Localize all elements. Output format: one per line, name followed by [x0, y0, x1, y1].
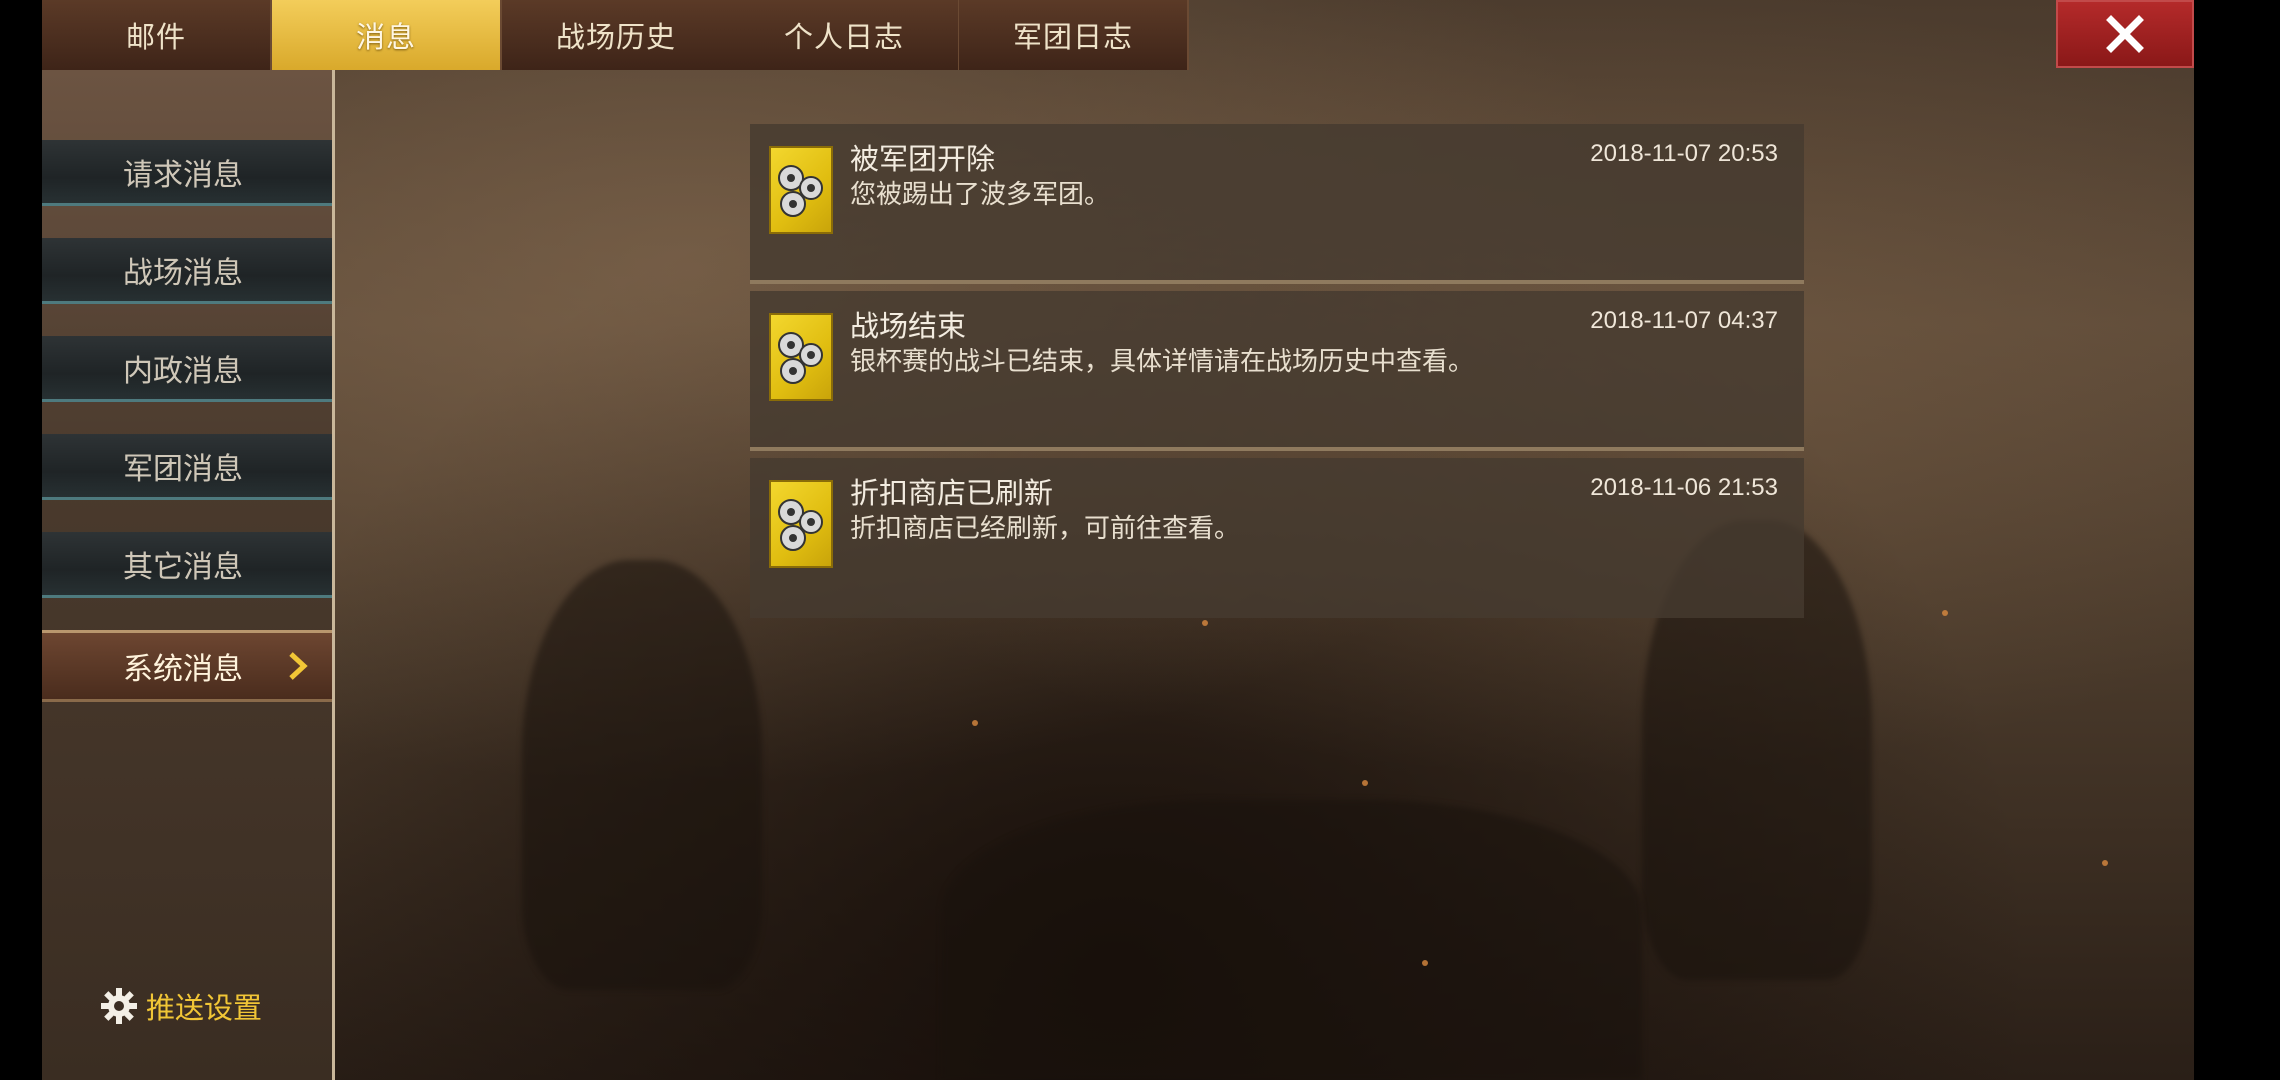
sidebar-item-battle-messages[interactable]: 战场消息 — [42, 238, 332, 304]
message-timestamp: 2018-11-06 21:53 — [1590, 474, 1778, 501]
sidebar-item-label: 其它消息 — [123, 549, 243, 585]
sidebar-item-legion-messages[interactable]: 军团消息 — [42, 434, 332, 500]
close-icon — [2106, 15, 2144, 53]
sidebar-item-other-messages[interactable]: 其它消息 — [42, 532, 332, 598]
ember — [1362, 780, 1368, 786]
tab-mail[interactable]: 邮件 — [42, 0, 272, 70]
tab-personal-log[interactable]: 个人日志 — [730, 0, 960, 70]
message-body: 您被踢出了波多军团。 — [850, 180, 1111, 210]
tab-messages[interactable]: 消息 — [272, 0, 502, 70]
sidebar-item-label: 战场消息 — [123, 255, 243, 291]
sidebar-item-domestic-messages[interactable]: 内政消息 — [42, 336, 332, 402]
background-soldier-left — [522, 560, 762, 990]
message-item[interactable]: 折扣商店已刷新 折扣商店已经刷新，可前往查看。 2018-11-06 21:53 — [750, 458, 1804, 618]
gears-icon — [769, 480, 833, 568]
ember — [1422, 960, 1428, 966]
message-item[interactable]: 被军团开除 您被踢出了波多军团。 2018-11-07 20:53 — [750, 124, 1804, 284]
chevron-right-icon — [289, 652, 308, 680]
sidebar-item-request-messages[interactable]: 请求消息 — [42, 140, 332, 206]
message-title: 折扣商店已刷新 — [850, 476, 1054, 510]
gears-icon — [769, 146, 833, 234]
tab-bar: 邮件 消息 战场历史 个人日志 军团日志 — [42, 0, 2194, 70]
push-settings-button[interactable]: 推送设置 — [100, 985, 262, 1027]
ember — [2102, 860, 2108, 866]
tab-battle-history[interactable]: 战场历史 — [502, 0, 732, 70]
sidebar-item-label: 系统消息 — [123, 652, 243, 687]
background-rubble — [942, 800, 1642, 1080]
gear-icon — [101, 988, 137, 1024]
sidebar-item-label: 请求消息 — [123, 157, 243, 193]
sidebar-item-system-messages[interactable]: 系统消息 — [42, 630, 332, 702]
message-title: 被军团开除 — [850, 142, 996, 176]
push-settings-label: 推送设置 — [146, 991, 263, 1025]
ember — [972, 720, 978, 726]
message-body: 银杯赛的战斗已结束，具体详情请在战场历史中查看。 — [850, 347, 1475, 377]
message-title: 战场结束 — [850, 309, 967, 343]
message-list: 被军团开除 您被踢出了波多军团。 2018-11-07 20:53 战场结束 银… — [750, 124, 1804, 625]
sidebar-item-label: 军团消息 — [123, 451, 243, 487]
message-body: 折扣商店已经刷新，可前往查看。 — [850, 514, 1241, 544]
app-window: 邮件 消息 战场历史 个人日志 军团日志 请求消息 战场消息 内政消息 军团消息… — [42, 0, 2194, 1080]
close-button[interactable] — [2056, 0, 2194, 68]
sidebar-item-label: 内政消息 — [123, 353, 243, 389]
tab-legion-log[interactable]: 军团日志 — [959, 0, 1189, 70]
gears-icon — [769, 313, 833, 401]
message-item[interactable]: 战场结束 银杯赛的战斗已结束，具体详情请在战场历史中查看。 2018-11-07… — [750, 291, 1804, 451]
message-timestamp: 2018-11-07 04:37 — [1590, 307, 1778, 334]
sidebar: 请求消息 战场消息 内政消息 军团消息 其它消息 系统消息 推送设置 — [42, 70, 335, 1080]
message-timestamp: 2018-11-07 20:53 — [1590, 140, 1778, 167]
ember — [1942, 610, 1948, 616]
